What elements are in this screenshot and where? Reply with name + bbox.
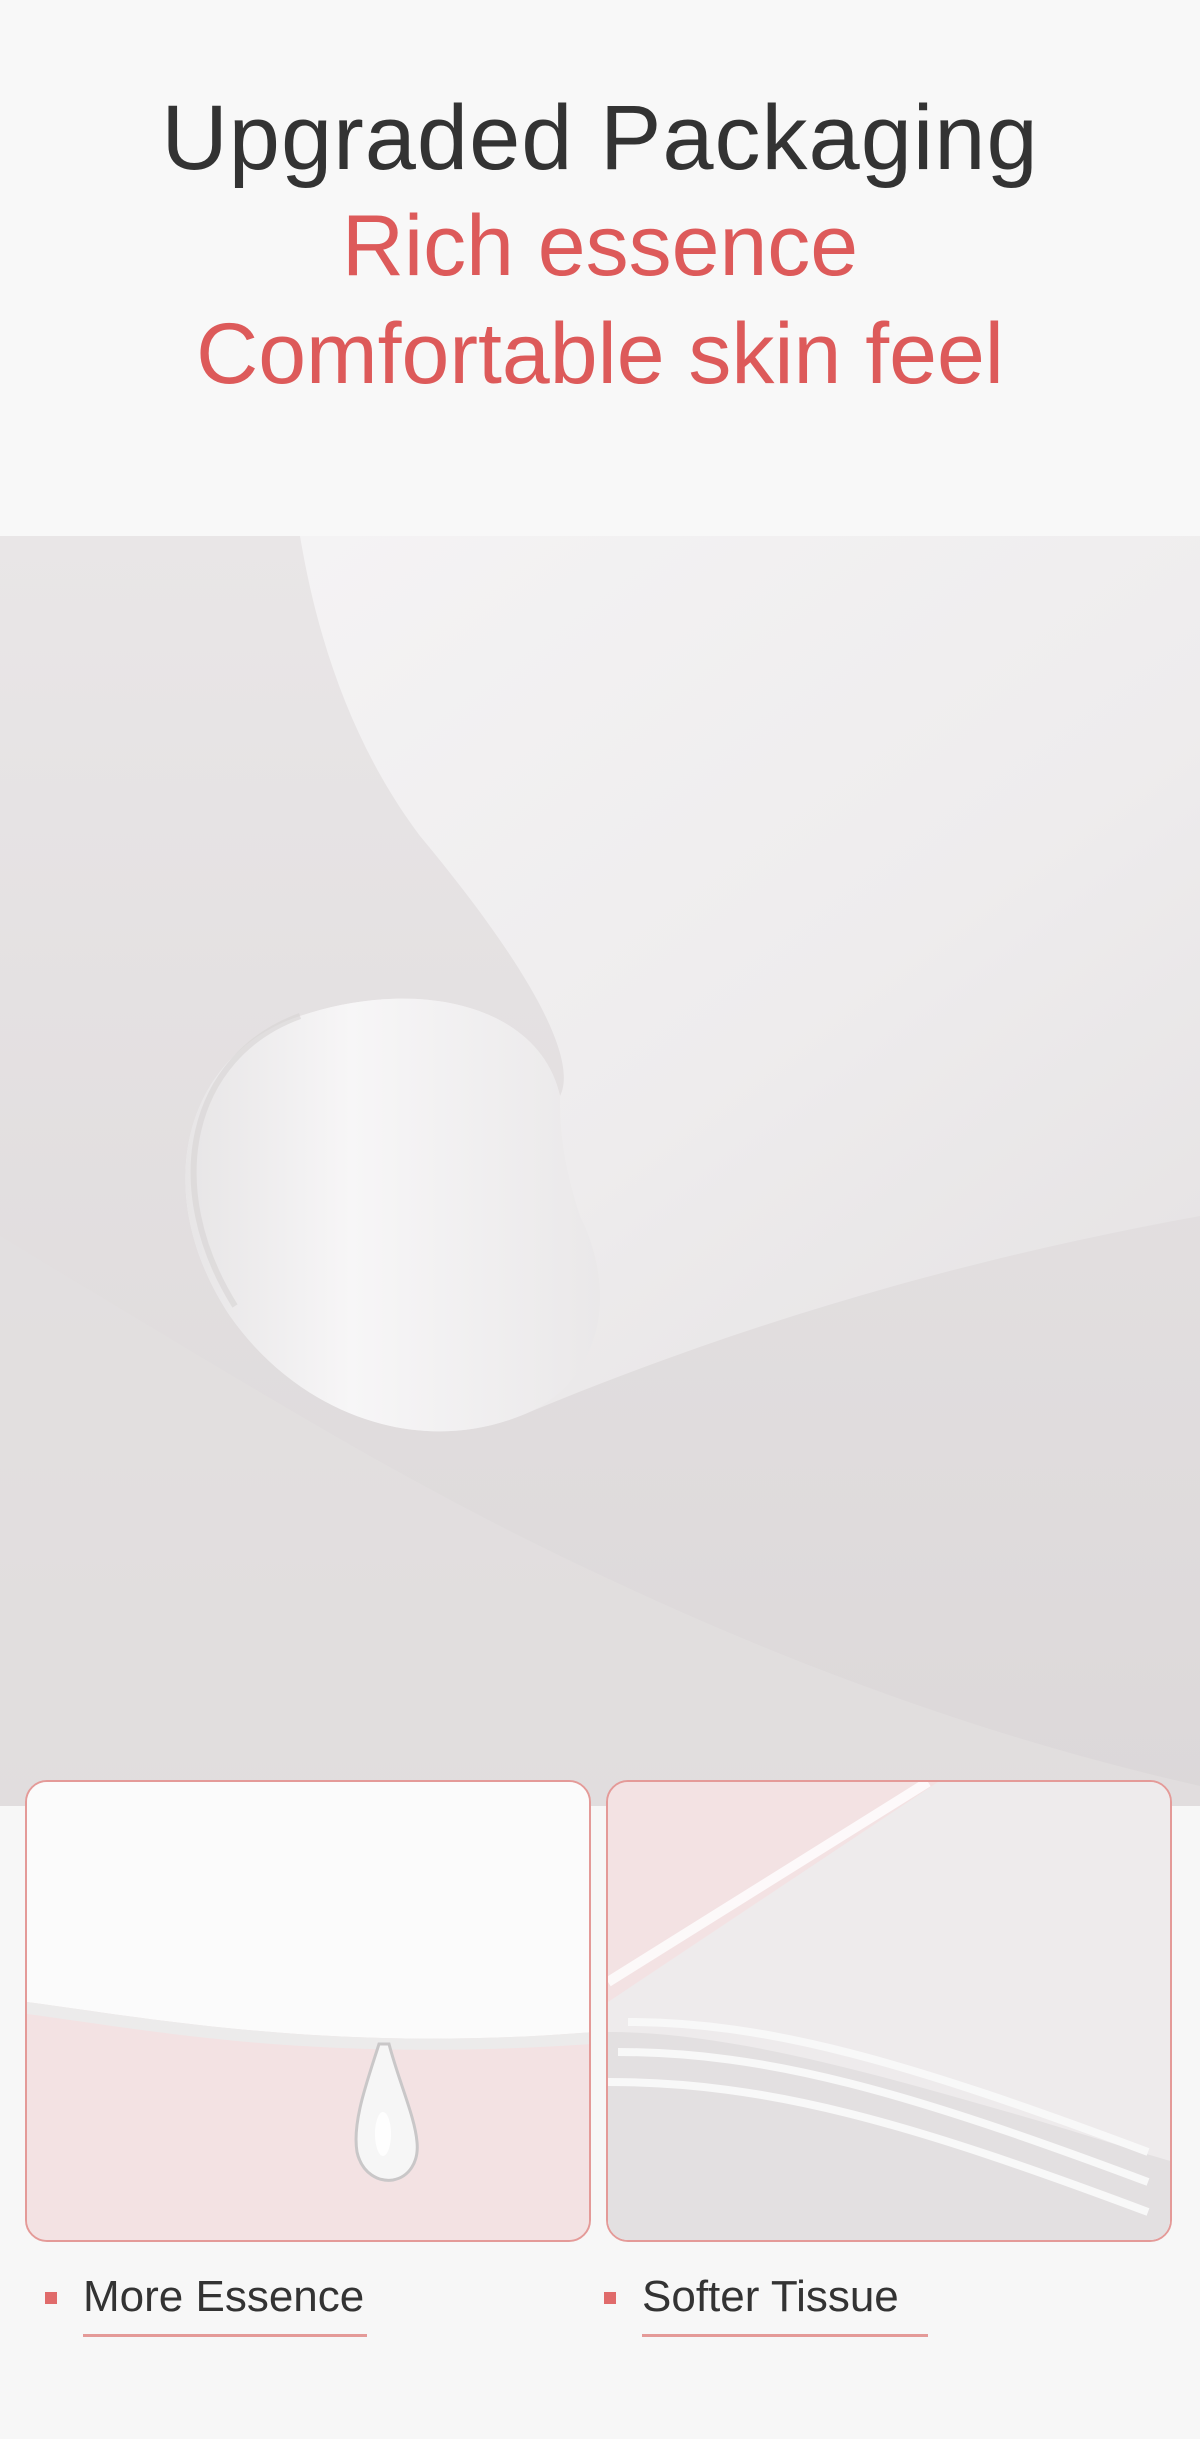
subtitle-skin-feel: Comfortable skin feel [196, 306, 1004, 402]
underline-divider [83, 2334, 367, 2337]
folded-tissue-illustration [0, 536, 1200, 1806]
feature-panel-more-essence [25, 1780, 591, 2242]
page-title: Upgraded Packaging [161, 87, 1039, 189]
header-section: Upgraded Packaging Rich essence Comforta… [0, 0, 1200, 536]
feature-label: Softer Tissue [642, 2272, 899, 2321]
subtitle-rich-essence: Rich essence [341, 198, 859, 294]
feature-label: More Essence [83, 2272, 365, 2321]
hero-tissue-image [0, 536, 1200, 1806]
underline-divider [642, 2334, 928, 2337]
feature-panel-softer-tissue [606, 1780, 1172, 2242]
tissue-layers-illustration [608, 1782, 1170, 2240]
bullet-marker [45, 2292, 57, 2304]
essence-droplet-illustration [27, 1782, 589, 2240]
bullet-marker [604, 2292, 616, 2304]
